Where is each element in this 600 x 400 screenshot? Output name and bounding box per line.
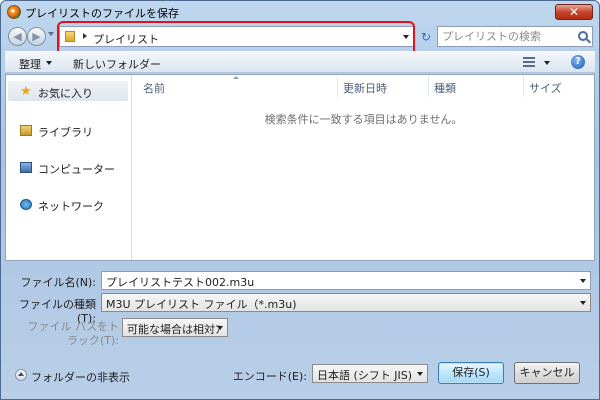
filetype-dropdown-icon[interactable] — [580, 301, 586, 305]
save-button[interactable]: 保存(S) — [438, 362, 504, 384]
view-options-dropdown-icon[interactable] — [544, 61, 550, 65]
recent-pages-dropdown-icon[interactable] — [48, 32, 54, 36]
library-icon — [20, 125, 32, 136]
filepath-tracking-select[interactable]: 可能な場合は相対ﾌ — [122, 318, 228, 337]
star-icon: ★ — [20, 84, 32, 99]
organize-button[interactable]: 整理 — [19, 56, 41, 72]
filepath-tracking-value: 可能な場合は相対ﾌ — [127, 323, 221, 336]
sidebar-item-label: コンピューター — [38, 163, 115, 176]
breadcrumb-arrow-icon[interactable] — [83, 33, 87, 39]
navigation-bar: ◀ ▶ プレイリスト ↻ — [1, 23, 599, 49]
navigation-pane: ★ お気に入り ライブラリ コンピューター ネットワーク — [6, 75, 132, 260]
hide-folders-toggle[interactable]: フォルダーの非表示 — [31, 369, 130, 385]
collapse-arrow-icon[interactable] — [15, 369, 27, 381]
column-header-date[interactable]: 更新日時 — [343, 80, 387, 96]
column-header-type[interactable]: 種類 — [434, 80, 456, 96]
address-breadcrumb[interactable]: プレイリスト — [93, 31, 159, 47]
sidebar-item-label: お気に入り — [38, 87, 93, 100]
sort-indicator-icon — [233, 76, 239, 79]
window-title: プレイリストのファイルを保存 — [25, 7, 179, 20]
search-input[interactable] — [442, 29, 572, 44]
new-folder-button[interactable]: 新しいフォルダー — [73, 56, 161, 72]
browser-pane: ★ お気に入り ライブラリ コンピューター ネットワーク 名前 更新日時 種類 — [5, 74, 595, 261]
filename-dropdown-icon[interactable] — [580, 279, 586, 283]
close-button[interactable]: ✕ — [555, 4, 593, 20]
save-options-panel: ファイル名(N): プレイリストテスト002.m3u ファイルの種類(T): M… — [1, 263, 599, 399]
empty-results-message: 検索条件に一致する項目はありません。 — [264, 113, 463, 126]
filename-label: ファイル名(N): — [20, 276, 96, 289]
column-header-size[interactable]: サイズ — [529, 80, 562, 96]
search-box[interactable] — [437, 26, 593, 47]
encode-dropdown-icon[interactable] — [417, 372, 423, 376]
filepath-label-line2: ラック(T): — [66, 334, 119, 347]
search-icon[interactable] — [578, 31, 588, 41]
forward-button[interactable]: ▶ — [27, 27, 46, 46]
view-options-icon[interactable] — [523, 57, 535, 67]
folder-icon — [65, 31, 75, 42]
organize-dropdown-icon[interactable] — [46, 61, 52, 65]
encode-value: 日本語 (シフト JIS) — [317, 369, 413, 382]
app-icon — [7, 5, 21, 19]
computer-icon — [20, 162, 32, 173]
sidebar-item-label: ライブラリ — [38, 126, 93, 139]
sidebar-item-label: ネットワーク — [38, 200, 104, 213]
filename-value: プレイリストテスト002.m3u — [106, 276, 255, 289]
network-icon — [20, 199, 32, 210]
column-divider[interactable] — [523, 75, 524, 97]
filetype-select[interactable]: M3U プレイリスト ファイル（*.m3u) — [101, 293, 591, 312]
filename-field[interactable]: プレイリストテスト002.m3u — [101, 271, 591, 290]
back-button[interactable]: ◀ — [8, 27, 27, 46]
column-divider[interactable] — [337, 75, 338, 97]
refresh-button[interactable]: ↻ — [418, 29, 434, 45]
file-list[interactable]: 名前 更新日時 種類 サイズ 検索条件に一致する項目はありません。 — [133, 75, 594, 260]
address-dropdown-icon[interactable] — [403, 35, 409, 39]
filetype-value: M3U プレイリスト ファイル（*.m3u) — [106, 298, 297, 311]
column-divider[interactable] — [428, 75, 429, 97]
title-bar: プレイリストのファイルを保存 ✕ — [1, 1, 599, 23]
column-header-name[interactable]: 名前 — [143, 80, 165, 96]
encode-label: エンコード(E): — [232, 370, 307, 383]
filepath-dropdown-icon[interactable] — [217, 326, 223, 330]
save-dialog-window: プレイリストのファイルを保存 ✕ ◀ ▶ プレイリスト ↻ 整理 新しいフォルダ… — [0, 0, 600, 400]
help-icon[interactable]: ? — [571, 55, 585, 69]
encode-select[interactable]: 日本語 (シフト JIS) — [312, 364, 428, 383]
cancel-button[interactable]: キャンセル — [514, 362, 580, 384]
command-toolbar: 整理 新しいフォルダー ? — [5, 51, 595, 73]
address-bar[interactable]: プレイリスト — [59, 26, 415, 47]
